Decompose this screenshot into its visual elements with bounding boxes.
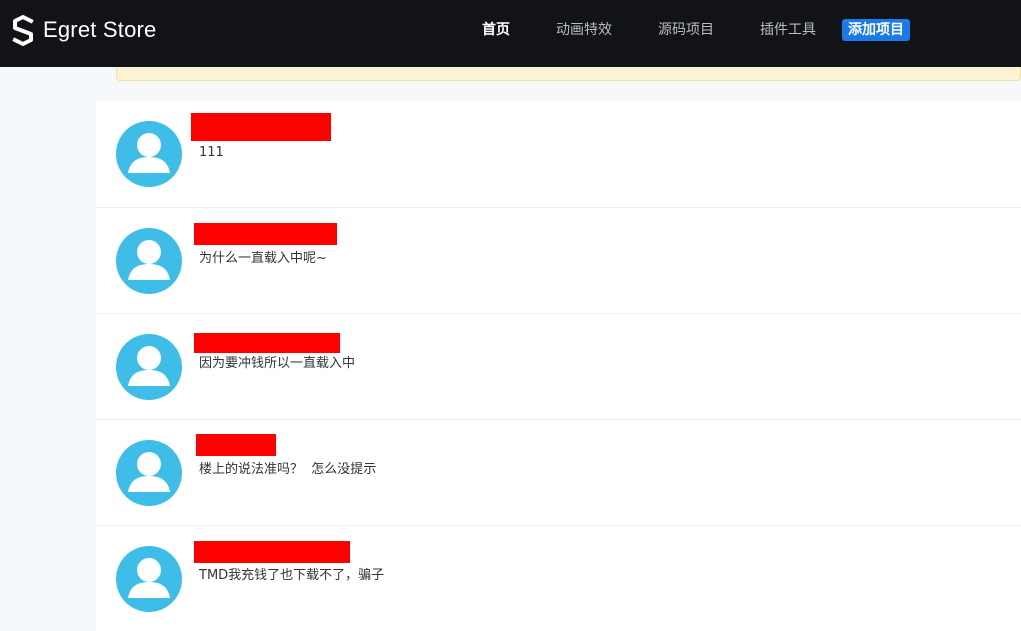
comment-text: 为什么一直载入中呢~ — [199, 251, 327, 266]
nav-item-animation-effects[interactable]: 动画特效 — [544, 19, 624, 41]
user-avatar-icon — [116, 121, 182, 187]
user-avatar-icon — [116, 228, 182, 294]
nav-item-source-projects[interactable]: 源码项目 — [646, 19, 726, 41]
comment-text: 因为要冲钱所以一直载入中 — [199, 356, 356, 371]
nav-item-home[interactable]: 首页 — [470, 19, 522, 41]
user-avatar-icon — [116, 440, 182, 506]
comment-item: 因为要冲钱所以一直载入中 — [96, 313, 1021, 419]
comment-item: 111 — [96, 101, 1021, 207]
comment-item: 楼上的说法准吗？ 怎么没提示 — [96, 419, 1021, 525]
add-project-button[interactable]: 添加项目 — [842, 19, 910, 41]
top-navigation-bar: Egret Store 首页 动画特效 源码项目 插件工具 添加项目 — [0, 0, 1021, 67]
comment-text: 楼上的说法准吗？ 怎么没提示 — [199, 462, 377, 477]
comment-text: 111 — [199, 145, 224, 160]
brand-logo[interactable]: Egret Store — [12, 13, 156, 47]
redacted-username — [194, 541, 350, 563]
nav-item-plugin-tools[interactable]: 插件工具 — [748, 19, 828, 41]
user-avatar-icon — [116, 334, 182, 400]
comment-text: TMD我充钱了也下载不了，骗子 — [199, 568, 385, 583]
comment-list: 111 为什么一直载入中呢~ 因为要冲钱所以一直载入中 楼上的说法准吗？ 怎么没… — [96, 101, 1021, 631]
egret-s-logo-icon — [12, 14, 34, 46]
user-avatar-icon — [116, 546, 182, 612]
brand-name: Egret Store — [43, 17, 157, 42]
main-nav: 首页 动画特效 源码项目 插件工具 添加项目 — [470, 17, 910, 43]
comment-item: TMD我充钱了也下载不了，骗子 — [96, 525, 1021, 631]
comment-item: 为什么一直载入中呢~ — [96, 207, 1021, 313]
redacted-username — [196, 434, 276, 456]
redacted-username — [194, 333, 340, 353]
redacted-username — [191, 113, 331, 141]
section-separator — [96, 81, 1021, 101]
redacted-username — [194, 223, 337, 245]
